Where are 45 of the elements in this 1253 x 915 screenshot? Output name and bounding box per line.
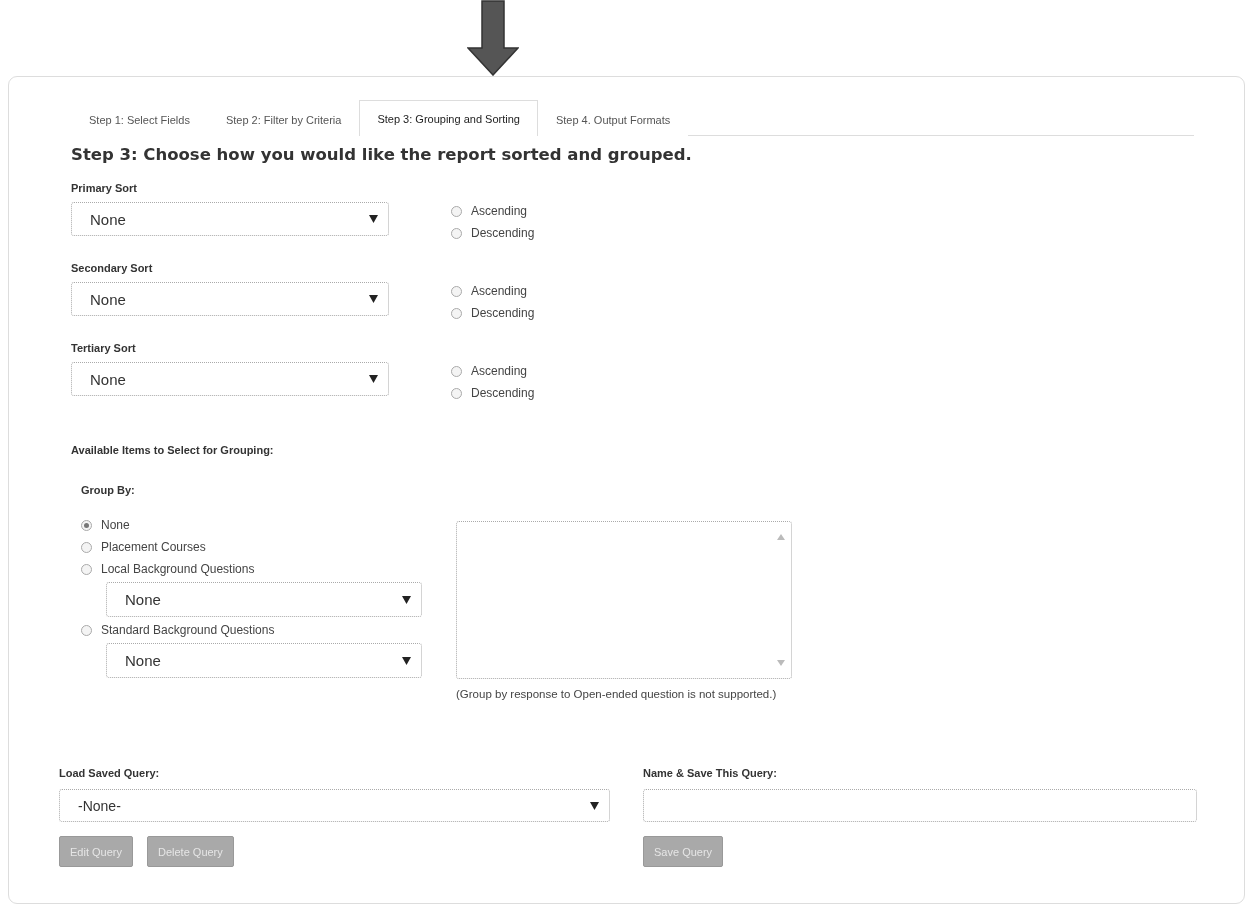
radio-label: Placement Courses — [101, 540, 206, 554]
down-arrow-icon — [467, 0, 519, 76]
radio-button[interactable] — [451, 365, 462, 377]
dropdown[interactable]: None — [71, 282, 389, 316]
dropdown[interactable]: None — [71, 202, 389, 236]
radio-button[interactable] — [81, 541, 92, 553]
caret-icon — [590, 801, 599, 810]
radio-label: Descending — [471, 226, 535, 240]
dropdown[interactable]: -None- — [59, 789, 610, 822]
radio-label: None — [101, 518, 130, 532]
radio-label: Ascending — [471, 284, 528, 298]
tab[interactable]: Step 3: Grouping and Sorting — [359, 100, 538, 136]
field-label: Primary Sort — [71, 182, 139, 194]
field-label: Load Saved Query: — [59, 767, 161, 779]
field-label: Tertiary Sort — [71, 342, 137, 354]
radio-label: Ascending — [471, 204, 528, 218]
caret-icon — [369, 295, 378, 303]
scroll-down-icon[interactable] — [777, 660, 785, 666]
radio-label: Descending — [471, 386, 535, 400]
radio-button[interactable] — [81, 563, 92, 575]
radio-label: Standard Background Questions — [101, 623, 275, 637]
field-label: Secondary Sort — [71, 262, 154, 274]
radio-label: Ascending — [471, 364, 528, 378]
section-title: Available Items to Select for Grouping: — [71, 444, 275, 456]
dropdown[interactable]: None — [71, 362, 389, 396]
dropdown[interactable]: None — [106, 643, 422, 678]
field-label: Name & Save This Query: — [643, 767, 778, 779]
scroll-up-icon[interactable] — [777, 534, 785, 540]
note-text: (Group by response to Open-ended question is not supported.) — [456, 687, 778, 702]
radio-button[interactable] — [451, 307, 462, 319]
radio-label: Local Background Questions — [101, 562, 255, 576]
radio-button[interactable] — [81, 624, 92, 636]
caret-icon — [402, 595, 411, 604]
caret-icon — [402, 656, 411, 665]
radio-button[interactable] — [451, 285, 462, 297]
field-label: Group By: — [81, 484, 136, 496]
radio-label: Descending — [471, 306, 535, 320]
dropdown[interactable]: None — [106, 582, 422, 617]
caret-icon — [369, 215, 378, 223]
radio-button[interactable] — [451, 387, 462, 399]
page-heading: Step 3: Choose how you would like the report sorted and grouped. — [71, 145, 693, 164]
radio-button[interactable] — [451, 205, 462, 217]
caret-icon — [369, 375, 378, 383]
radio-button[interactable] — [81, 519, 92, 531]
radio-button[interactable] — [451, 227, 462, 239]
